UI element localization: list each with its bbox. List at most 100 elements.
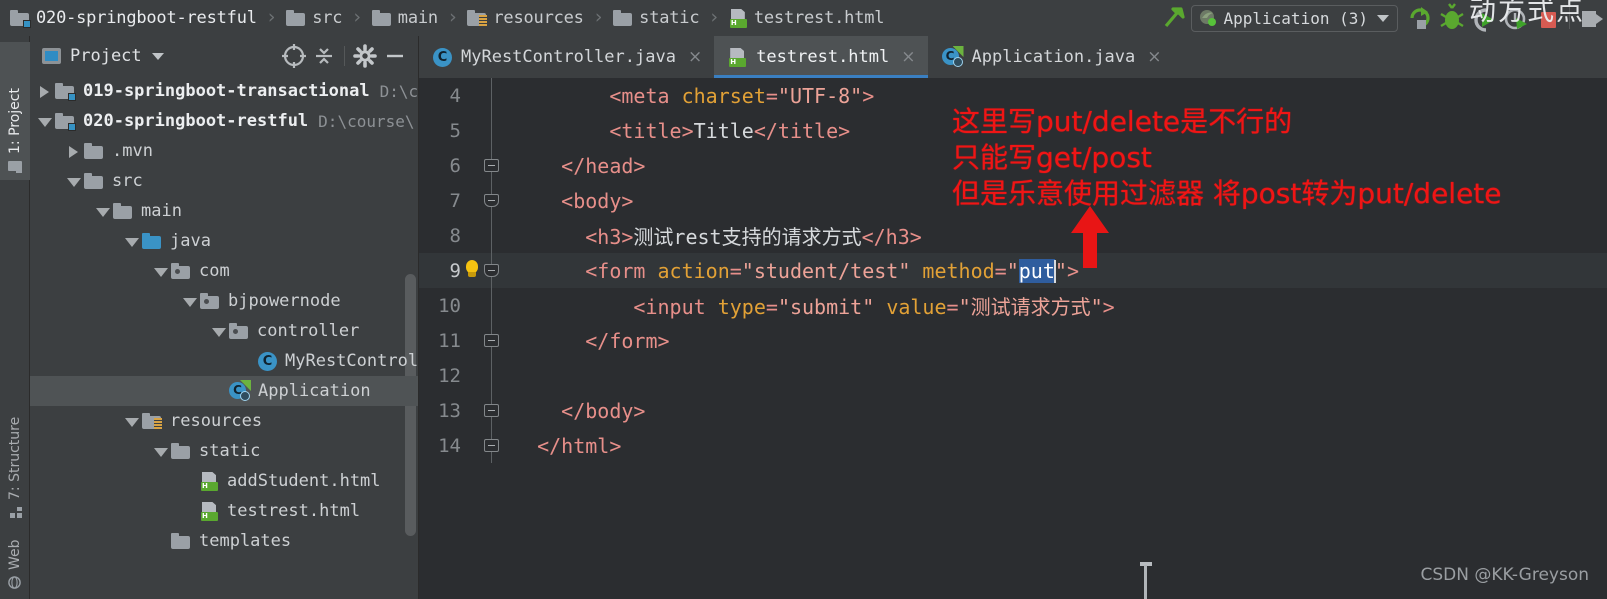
tree-item-label: java: [170, 231, 211, 251]
tree-item-testrest-html[interactable]: Htestrest.html: [30, 496, 418, 526]
run-configuration-selector[interactable]: Application (3): [1190, 4, 1398, 32]
close-icon[interactable]: ×: [901, 47, 915, 67]
code-line[interactable]: 6 </head>: [419, 148, 1607, 183]
breadcrumb-item-file[interactable]: H testrest.html: [729, 0, 885, 36]
chevron-down-icon[interactable]: [152, 436, 171, 466]
editor-gutter[interactable]: [471, 113, 513, 148]
tree-item-controller[interactable]: controller: [30, 316, 418, 346]
code-line[interactable]: 4 <meta charset="UTF-8">: [419, 78, 1607, 113]
tree-item-templates[interactable]: templates: [30, 526, 418, 556]
project-tree[interactable]: 019-springboot-transactional D:\c 020-spri…: [30, 76, 418, 599]
close-icon[interactable]: ×: [688, 47, 702, 67]
code-line[interactable]: 9 <form action="student/test" method="pu…: [419, 253, 1607, 288]
code-fold-icon[interactable]: [484, 334, 499, 347]
code-fold-icon[interactable]: [484, 439, 499, 452]
chevron-down-icon[interactable]: [123, 406, 142, 436]
chevron-down-icon[interactable]: [123, 226, 142, 256]
code-fold-icon[interactable]: [484, 264, 499, 277]
tree-item-src[interactable]: src: [30, 166, 418, 196]
tree-item-addstudent-html[interactable]: HaddStudent.html: [30, 466, 418, 496]
code-line[interactable]: 13 </body>: [419, 393, 1607, 428]
sidebar-item-structure[interactable]: 7: Structure: [0, 366, 30, 526]
tab-application-java[interactable]: Application.java ×: [928, 36, 1174, 78]
code-line[interactable]: 14 </html>: [419, 428, 1607, 463]
chevron-down-icon[interactable]: [210, 316, 229, 346]
chevron-right-icon[interactable]: [36, 76, 55, 106]
locate-file-icon[interactable]: [279, 41, 309, 71]
breadcrumb-item-src[interactable]: src: [286, 0, 343, 36]
tree-item-020-springboot-restful[interactable]: 020-springboot-restful D:\course\: [30, 106, 418, 136]
tree-item-resources[interactable]: resources: [30, 406, 418, 436]
intention-bulb-icon[interactable]: [464, 260, 479, 279]
code-text: </head>: [561, 153, 646, 178]
editor-gutter[interactable]: [471, 323, 513, 358]
chevron-down-icon[interactable]: [65, 166, 84, 196]
tree-item-label: src: [112, 171, 143, 191]
debug-icon[interactable]: [1436, 0, 1468, 36]
sidebar-item-project[interactable]: 1: Project: [0, 42, 30, 180]
settings-gear-icon[interactable]: [350, 41, 380, 71]
tree-item-label: .mvn: [112, 141, 153, 161]
tree-item-myrestcontrol[interactable]: MyRestControl: [30, 346, 418, 376]
editor-gutter[interactable]: [471, 218, 513, 253]
breadcrumb-item-static[interactable]: static: [613, 0, 700, 36]
line-number: 13: [438, 399, 461, 422]
editor-gutter[interactable]: [471, 78, 513, 113]
profile-icon[interactable]: [1500, 0, 1532, 36]
code-editor[interactable]: 4 <meta charset="UTF-8"> 5 <title>Title</…: [419, 78, 1607, 599]
editor-gutter[interactable]: [471, 148, 513, 183]
editor-gutter[interactable]: [471, 428, 513, 463]
breadcrumb-separator: ›: [446, 6, 459, 28]
tree-item-bjpowernode[interactable]: bjpowernode: [30, 286, 418, 316]
build-project-button[interactable]: [1157, 0, 1191, 36]
breadcrumb-item-module[interactable]: 020-springboot-restful: [10, 0, 257, 36]
chevron-down-icon[interactable]: [181, 286, 200, 316]
code-fold-icon[interactable]: [484, 194, 499, 207]
breadcrumb-label: src: [312, 8, 343, 28]
tree-item-mvn[interactable]: .mvn: [30, 136, 418, 166]
code-fold-icon[interactable]: [484, 159, 499, 172]
tree-item-java[interactable]: java: [30, 226, 418, 256]
chevron-down-icon[interactable]: [36, 106, 55, 136]
chevron-down-icon[interactable]: [152, 256, 171, 286]
tab-myrestcontroller-java[interactable]: MyRestController.java ×: [419, 36, 714, 78]
tree-item-main[interactable]: main: [30, 196, 418, 226]
chevron-down-icon[interactable]: [151, 52, 164, 60]
tree-item-application[interactable]: Application: [30, 376, 418, 406]
module-folder-icon: [55, 83, 76, 101]
hide-panel-icon[interactable]: [380, 41, 410, 71]
updates-icon[interactable]: [1575, 0, 1607, 36]
breadcrumb-label: static: [639, 8, 700, 28]
stop-icon[interactable]: [1532, 0, 1564, 36]
tree-item-com[interactable]: com: [30, 256, 418, 286]
run-with-coverage-icon[interactable]: [1468, 0, 1500, 36]
folder-icon: [171, 443, 191, 459]
code-line[interactable]: 10 <input type="submit" value="测试请求方式">: [419, 288, 1607, 323]
code-line[interactable]: 11 </form>: [419, 323, 1607, 358]
tree-item-label: addStudent.html: [227, 471, 381, 491]
close-icon[interactable]: ×: [1147, 47, 1161, 67]
editor-gutter[interactable]: [471, 358, 513, 393]
breadcrumb-item-main[interactable]: main: [371, 0, 438, 36]
code-line[interactable]: 12: [419, 358, 1607, 393]
collapse-all-icon[interactable]: [309, 41, 339, 71]
code-fold-icon[interactable]: [484, 404, 499, 417]
code-line[interactable]: 7 <body>: [419, 183, 1607, 218]
resources-folder-icon: [467, 10, 488, 26]
tree-item-static[interactable]: static: [30, 436, 418, 466]
code-line[interactable]: 5 <title>Title</title>: [419, 113, 1607, 148]
chevron-right-icon[interactable]: [65, 136, 84, 166]
rerun-icon[interactable]: [1404, 0, 1436, 36]
editor-gutter[interactable]: [471, 183, 513, 218]
code-line[interactable]: 8 <h3>测试rest支持的请求方式</h3>: [419, 218, 1607, 253]
editor-gutter[interactable]: [471, 393, 513, 428]
editor-gutter[interactable]: [471, 288, 513, 323]
chevron-down-icon[interactable]: [94, 196, 113, 226]
spring-boot-class-icon: [941, 46, 964, 67]
breadcrumb-item-resources[interactable]: resources: [467, 0, 584, 36]
code-text: <body>: [561, 188, 634, 213]
tree-item-019-springboot-transactional[interactable]: 019-springboot-transactional D:\c: [30, 76, 418, 106]
sidebar-item-web[interactable]: Web: [0, 536, 30, 596]
line-number: 5: [449, 119, 461, 142]
tab-testrest-html[interactable]: H testrest.html ×: [714, 36, 928, 78]
